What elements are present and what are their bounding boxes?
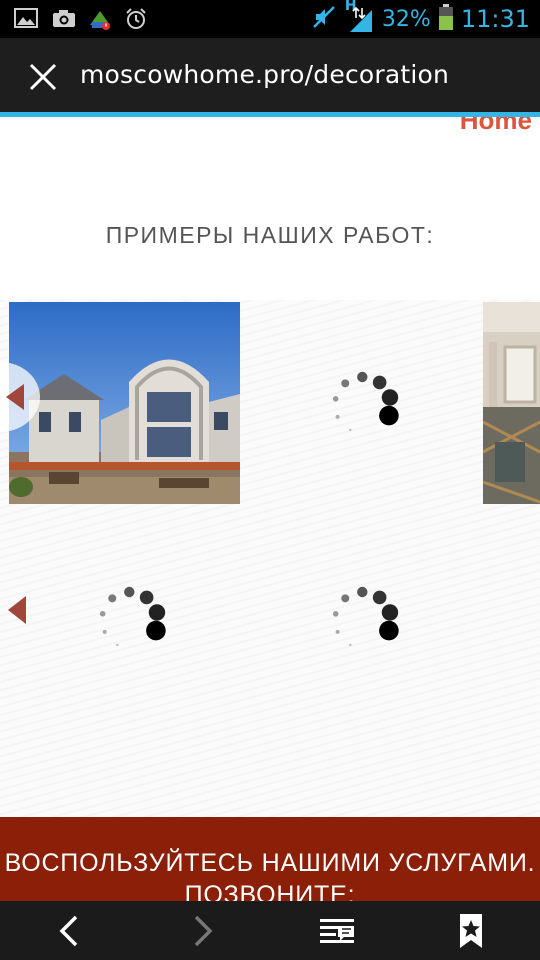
clock: 11:31 <box>460 5 530 33</box>
spinner-dot <box>335 414 340 419</box>
spinner-dot <box>148 604 166 621</box>
spinner-dot <box>108 594 117 603</box>
spinner-dot <box>372 590 387 605</box>
spinner-dot <box>379 405 399 426</box>
works-gallery <box>0 300 540 817</box>
battery-icon <box>438 4 453 34</box>
banner-text: ВОСПОЛЬЗУЙТЕСЬ НАШИМИ УСЛУГАМИ. ПОЗВОНИТ… <box>0 847 540 901</box>
spinner-dot <box>372 375 387 390</box>
spinner-dot <box>349 428 352 432</box>
call-to-action-banner: ВОСПОЛЬЗУЙТЕСЬ НАШИМИ УСЛУГАМИ. ПОЗВОНИТ… <box>0 817 540 901</box>
loading-spinner <box>318 575 408 665</box>
status-bar: H 32% 11:31 <box>0 0 540 38</box>
reading-mode-icon[interactable] <box>318 913 358 949</box>
section-title: ПРИМЕРЫ НАШИХ РАБОТ: <box>105 222 435 248</box>
back-icon[interactable] <box>50 913 90 949</box>
camera-icon <box>52 7 76 33</box>
site-logo[interactable]: Home <box>460 117 532 136</box>
spinner-dot <box>146 620 166 641</box>
close-icon[interactable] <box>28 62 58 92</box>
gallery-prev-button-2[interactable] <box>4 590 28 630</box>
spinner-dot <box>335 629 340 634</box>
spinner-dot <box>381 604 399 621</box>
web-page: Home ПРИМЕРЫ НАШИХ РАБОТ: <box>0 117 540 817</box>
bookmark-icon[interactable] <box>452 913 492 949</box>
url-text[interactable]: moscowhome.pro/decoration <box>80 60 449 89</box>
spinner-dot <box>332 396 339 402</box>
gallery-photo-scaffolding[interactable] <box>483 302 540 504</box>
spinner-dot <box>341 379 350 388</box>
spinner-dot <box>102 629 107 634</box>
spinner-dot <box>349 643 352 647</box>
mute-icon <box>312 5 336 33</box>
loading-spinner <box>318 360 408 450</box>
url-bar: moscowhome.pro/decoration <box>0 38 540 114</box>
spinner-dot <box>341 594 350 603</box>
image-icon <box>14 7 38 33</box>
battery-percent: 32% <box>381 6 431 32</box>
spinner-dot <box>124 586 135 598</box>
spinner-dot <box>332 611 339 617</box>
spinner-dot <box>379 620 399 641</box>
gallery-prev-button[interactable] <box>0 362 50 432</box>
loading-spinner <box>85 575 175 665</box>
spinner-dot <box>381 389 399 406</box>
spinner-dot <box>116 643 119 647</box>
bottom-navigation <box>0 901 540 960</box>
storage-warning-icon <box>88 7 112 35</box>
spinner-dot <box>99 611 106 617</box>
banner-line-1: ВОСПОЛЬЗУЙТЕСЬ НАШИМИ УСЛУГАМИ. <box>4 849 536 877</box>
forward-icon[interactable] <box>182 913 222 949</box>
spinner-dot <box>357 371 368 383</box>
alarm-icon <box>124 7 148 35</box>
spinner-dot <box>357 586 368 598</box>
spinner-dot <box>139 590 154 605</box>
banner-line-2: ПОЗВОНИТЕ: <box>184 881 356 901</box>
signal-icon: H <box>344 0 374 34</box>
